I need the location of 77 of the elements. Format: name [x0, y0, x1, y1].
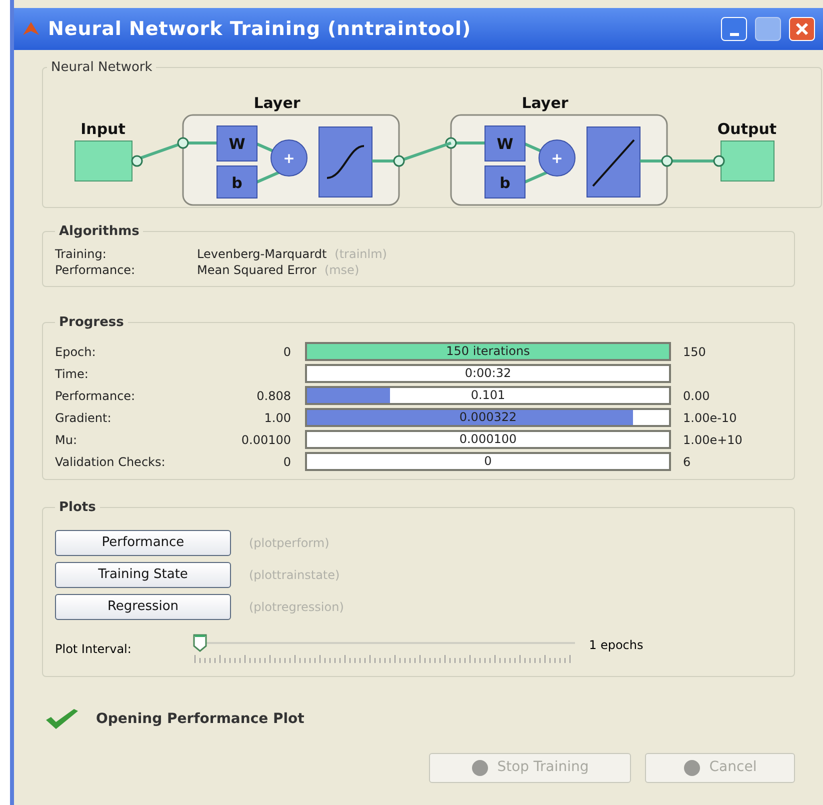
- connector-node: [393, 154, 405, 166]
- stop-icon: [471, 758, 490, 776]
- progress-text: 0.000322: [458, 410, 518, 425]
- bias-box: [484, 165, 526, 198]
- sum-node: [270, 139, 308, 176]
- end-value: 1.00e-10: [683, 410, 737, 426]
- end-value: 0.00: [683, 388, 710, 404]
- weight-box: [216, 125, 258, 161]
- sum-node: [538, 139, 576, 176]
- minimize-button[interactable]: [721, 17, 747, 41]
- end-value: 1.00e+10: [683, 432, 742, 448]
- weight-label: W: [496, 134, 514, 152]
- start-value: 0.00100: [240, 432, 292, 448]
- transfer-box: [318, 126, 372, 197]
- app-logo-icon: [22, 20, 40, 38]
- function-name: (plotperform): [249, 534, 330, 552]
- start-value: 1.00: [263, 410, 292, 426]
- progress-text: 0.000100: [458, 432, 518, 447]
- start-value: 0.808: [256, 388, 292, 404]
- window-title: Neural Network Training (nntraintool): [48, 16, 472, 42]
- field-label: Gradient:: [55, 410, 112, 426]
- bias-box: [216, 165, 258, 198]
- slider-thumb[interactable]: [193, 634, 207, 652]
- input-label: Input: [80, 120, 126, 138]
- function-name: (plottrainstate): [249, 566, 340, 584]
- plot-button[interactable]: Performance: [55, 530, 231, 556]
- sum-label: +: [283, 150, 295, 166]
- progress-text: 0:00:32: [464, 366, 512, 381]
- output-label: Output: [717, 120, 777, 138]
- end-value: 6: [683, 454, 691, 470]
- output-box: [720, 140, 774, 181]
- panel-title: Plots: [58, 499, 97, 517]
- field-label: Epoch:: [55, 344, 97, 360]
- start-value: 0: [282, 344, 292, 360]
- connector-node: [131, 154, 143, 166]
- function-name: (mse): [324, 262, 360, 278]
- panel-title: Neural Network: [50, 59, 154, 77]
- field-label: Mu:: [55, 432, 78, 448]
- interval-reading: 1 epochs: [589, 636, 644, 654]
- close-button[interactable]: [789, 17, 815, 41]
- function-name: (trainlm): [334, 246, 387, 262]
- connector-node: [445, 136, 457, 148]
- field-label: Validation Checks:: [55, 454, 166, 470]
- sigmoid-curve-icon: [326, 144, 364, 178]
- progress-text: 0.101: [470, 388, 506, 403]
- progress-text: 150 iterations: [445, 344, 531, 359]
- field-label: Performance:: [55, 388, 136, 404]
- interval-label: Plot Interval:: [55, 640, 132, 658]
- weight-label: W: [228, 134, 246, 152]
- status-message: Opening Performance Plot: [96, 710, 304, 729]
- weight-box: [484, 125, 526, 161]
- plot-button[interactable]: Training State: [55, 562, 231, 588]
- linear-curve-icon: [592, 138, 635, 186]
- plot-button[interactable]: Regression: [55, 594, 231, 620]
- panel-title: Algorithms: [58, 223, 140, 241]
- input-box: [74, 140, 132, 181]
- progress-text: 0: [483, 454, 493, 469]
- layer-title: Layer: [522, 94, 568, 112]
- close-icon: [795, 22, 809, 36]
- sum-label: +: [551, 150, 563, 166]
- function-name: (plotregression): [249, 598, 344, 616]
- bias-label: b: [500, 174, 510, 192]
- start-value: 0: [282, 454, 292, 470]
- connector-node: [713, 154, 725, 166]
- cancel-icon: [683, 758, 702, 776]
- panel-title: Progress: [58, 314, 125, 332]
- field-label: Training:: [55, 246, 108, 262]
- bias-label: b: [232, 174, 242, 192]
- algorithm-name: Mean Squared Error: [197, 262, 316, 278]
- transfer-box: [586, 126, 640, 197]
- field-label: Performance:: [55, 262, 136, 278]
- layer-title: Layer: [254, 94, 300, 112]
- algorithm-name: Levenberg-Marquardt: [197, 246, 327, 262]
- connector-node: [177, 136, 189, 148]
- end-value: 150: [683, 344, 706, 360]
- field-label: Time:: [55, 366, 90, 382]
- connector-node: [661, 154, 673, 166]
